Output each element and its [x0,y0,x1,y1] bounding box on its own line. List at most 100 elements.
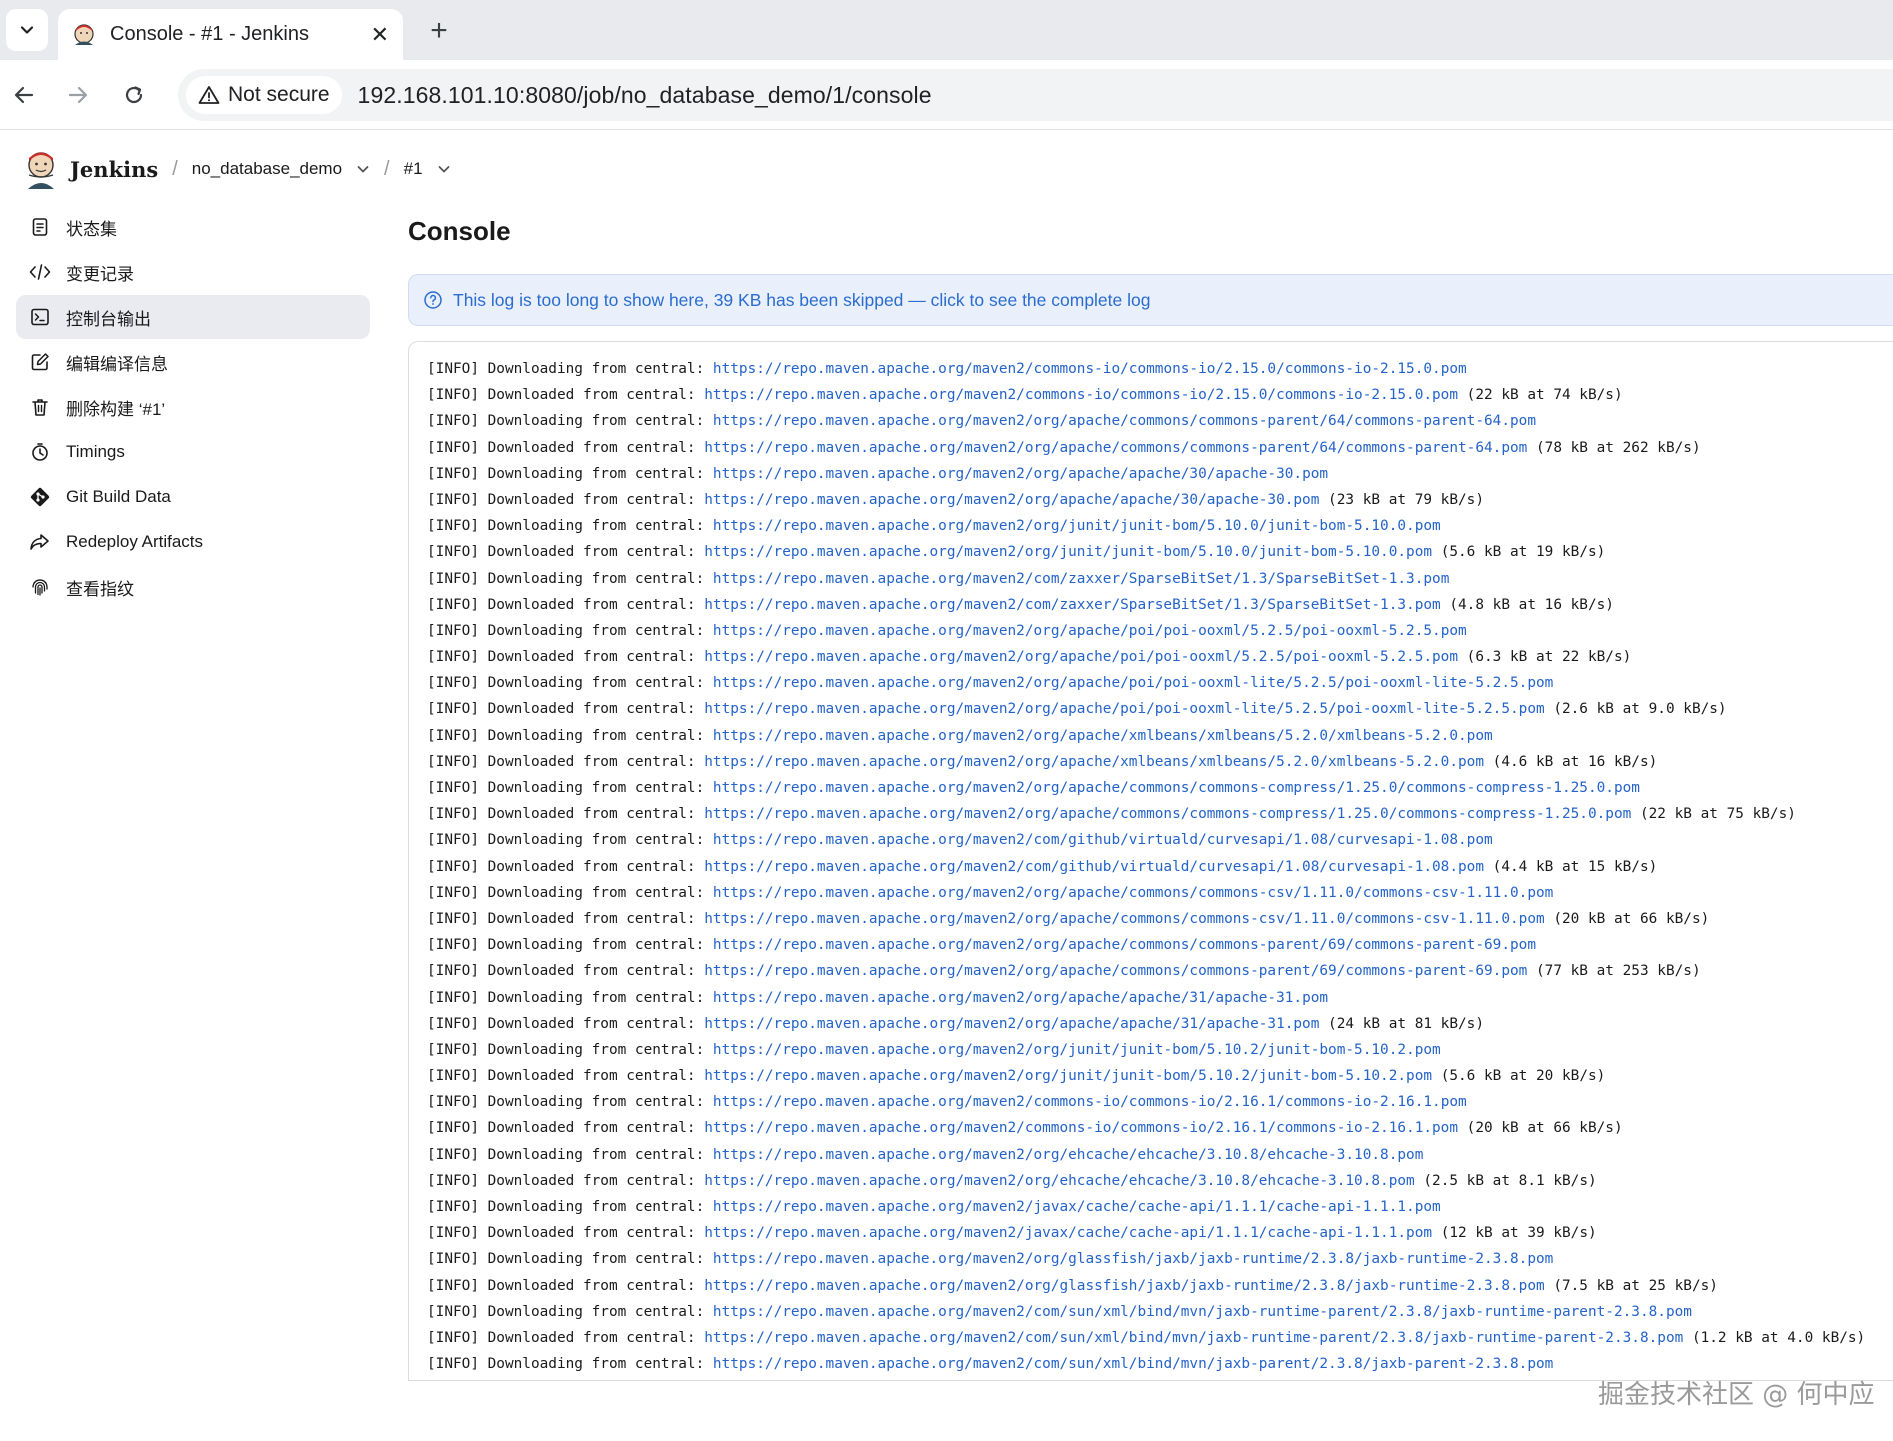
forward-button[interactable] [58,75,98,115]
address-bar[interactable]: Not secure 192.168.101.10:8080/job/no_da… [178,69,1893,121]
sidebar-item-delete-build[interactable]: 删除构建 ‘#1’ [16,385,370,429]
browser-tab-strip: Console - #1 - Jenkins ✕ + [0,0,1893,60]
console-line-link[interactable]: https://repo.maven.apache.org/maven2/org… [704,1016,1319,1032]
console-line-link[interactable]: https://repo.maven.apache.org/maven2/org… [713,1042,1441,1058]
sidebar-item-git-build-data[interactable]: Git Build Data [16,475,370,519]
console-line-link[interactable]: https://repo.maven.apache.org/maven2/org… [713,466,1328,482]
console-line-link[interactable]: https://repo.maven.apache.org/maven2/org… [704,440,1527,456]
console-line-prefix: [INFO] Downloaded from central: [427,1015,705,1032]
console-line: [INFO] Downloaded from central: https://… [427,539,1893,565]
console-line-link[interactable]: https://repo.maven.apache.org/maven2/com… [704,387,1458,403]
console-line-prefix: [INFO] Downloaded from central: [427,963,705,980]
fingerprint-icon [28,575,52,599]
jenkins-brand[interactable]: Jenkins [70,157,158,182]
console-line-prefix: [INFO] Downloaded from central: [427,544,705,561]
console-line-prefix: [INFO] Downloaded from central: [427,910,705,927]
console-line-link[interactable]: https://repo.maven.apache.org/maven2/org… [713,780,1640,796]
close-tab-icon[interactable]: ✕ [371,22,389,48]
console-line-prefix: [INFO] Downloading from central: [427,1094,713,1111]
console-line: [INFO] Downloaded from central: https://… [427,1115,1893,1141]
console-line-link[interactable]: https://repo.maven.apache.org/maven2/org… [713,675,1553,691]
console-line-link[interactable]: https://repo.maven.apache.org/maven2/com… [704,597,1440,613]
console-line-stats: (1.2 kB at 4.0 kB/s) [1683,1329,1866,1346]
console-line-link[interactable]: https://repo.maven.apache.org/maven2/org… [704,701,1544,717]
console-line-link[interactable]: https://repo.maven.apache.org/maven2/com… [704,1330,1683,1346]
breadcrumb-job-menu[interactable] [356,162,370,176]
console-line-prefix: [INFO] Downloaded from central: [427,491,705,508]
console-line: [INFO] Downloading from central: https:/… [427,985,1893,1011]
browser-tab-active[interactable]: Console - #1 - Jenkins ✕ [58,9,403,60]
help-circle-icon [424,291,442,309]
console-line-prefix: [INFO] Downloading from central: [427,361,713,377]
console-line: [INFO] Downloading from central: https:/… [427,356,1893,382]
full-log-link[interactable]: This log is too long to show here, 39 KB… [453,290,1150,311]
jenkins-logo-icon[interactable] [24,149,58,189]
console-line-link[interactable]: https://repo.maven.apache.org/maven2/jav… [704,1225,1432,1241]
console-line-stats: (77 kB at 253 kB/s) [1527,963,1701,980]
sidebar-item-fingerprints[interactable]: 查看指纹 [16,565,370,609]
breadcrumb-job[interactable]: no_database_demo [192,159,342,179]
console-line: [INFO] Downloading from central: https:/… [427,461,1893,487]
console-line-link[interactable]: https://repo.maven.apache.org/maven2/com… [713,571,1449,587]
security-indicator[interactable]: Not secure [186,76,342,114]
console-line-link[interactable]: https://repo.maven.apache.org/maven2/org… [704,649,1458,665]
console-line-prefix: [INFO] Downloading from central: [427,727,713,744]
reload-button[interactable] [114,75,154,115]
console-line-link[interactable]: https://repo.maven.apache.org/maven2/org… [704,492,1319,508]
console-line-link[interactable]: https://repo.maven.apache.org/maven2/org… [704,1278,1544,1294]
sidebar-item-label: 查看指纹 [66,579,134,599]
console-line: [INFO] Downloaded from central: https://… [427,1273,1893,1299]
console-line-stats: (2.6 kB at 9.0 kB/s) [1544,701,1727,718]
console-line-link[interactable]: https://repo.maven.apache.org/maven2/org… [713,1251,1553,1267]
console-line-link[interactable]: https://repo.maven.apache.org/maven2/com… [713,1094,1467,1110]
console-line-link[interactable]: https://repo.maven.apache.org/maven2/org… [713,1147,1423,1163]
console-line: [INFO] Downloading from central: https:/… [427,1299,1893,1325]
console-line-prefix: [INFO] Downloaded from central: [427,1329,705,1346]
breadcrumb-build[interactable]: #1 [404,159,423,179]
console-line: [INFO] Downloading from central: https:/… [427,618,1893,644]
console-line-link[interactable]: https://repo.maven.apache.org/maven2/org… [704,1068,1432,1084]
tab-search-button[interactable] [6,9,48,51]
sidebar-item-changes[interactable]: 变更记录 [16,250,370,294]
console-line-link[interactable]: https://repo.maven.apache.org/maven2/org… [704,544,1432,560]
sidebar-item-status[interactable]: 状态集 [16,205,370,249]
console-line-link[interactable]: https://repo.maven.apache.org/maven2/com… [713,1356,1553,1372]
sidebar-item-console[interactable]: 控制台输出 [16,295,370,339]
url-text[interactable]: 192.168.101.10:8080/job/no_database_demo… [358,82,932,109]
back-button[interactable] [4,75,44,115]
console-line-prefix: [INFO] Downloaded from central: [427,806,705,823]
log-truncated-notice[interactable]: This log is too long to show here, 39 KB… [408,274,1893,326]
console-line-prefix: [INFO] Downloading from central: [427,622,713,639]
console-line-link[interactable]: https://repo.maven.apache.org/maven2/org… [713,413,1536,429]
console-line: [INFO] Downloaded from central: https://… [427,382,1893,408]
sidebar-item-label: 编辑编译信息 [66,354,168,374]
console-line-link[interactable]: https://repo.maven.apache.org/maven2/jav… [713,1199,1441,1215]
console-line-link[interactable]: https://repo.maven.apache.org/maven2/org… [704,963,1527,979]
console-line-prefix: [INFO] Downloaded from central: [427,596,705,613]
console-line-link[interactable]: https://repo.maven.apache.org/maven2/com… [704,1120,1458,1136]
console-line-link[interactable]: https://repo.maven.apache.org/maven2/org… [713,623,1467,639]
console-line-link[interactable]: https://repo.maven.apache.org/maven2/org… [713,990,1328,1006]
console-line-link[interactable]: https://repo.maven.apache.org/maven2/com… [713,1304,1692,1320]
new-tab-button[interactable]: + [420,12,458,50]
console-line-link[interactable]: https://repo.maven.apache.org/maven2/org… [704,754,1484,770]
console-line-link[interactable]: https://repo.maven.apache.org/maven2/com… [704,859,1484,875]
breadcrumb-build-menu[interactable] [437,162,451,176]
sidebar-item-timings[interactable]: Timings [16,430,370,474]
console-line-link[interactable]: https://repo.maven.apache.org/maven2/org… [713,937,1536,953]
console-line-link[interactable]: https://repo.maven.apache.org/maven2/org… [713,728,1493,744]
console-line-link[interactable]: https://repo.maven.apache.org/maven2/com… [713,832,1493,848]
console-line-prefix: [INFO] Downloading from central: [427,832,713,849]
console-line: [INFO] Downloaded from central: https://… [427,592,1893,618]
console-line-prefix: [INFO] Downloading from central: [427,1356,713,1373]
console-line-link[interactable]: https://repo.maven.apache.org/maven2/org… [704,911,1544,927]
console-line-link[interactable]: https://repo.maven.apache.org/maven2/org… [713,885,1553,901]
console-line: [INFO] Downloading from central: https:/… [427,670,1893,696]
console-line-link[interactable]: https://repo.maven.apache.org/maven2/com… [713,361,1467,377]
console-line-link[interactable]: https://repo.maven.apache.org/maven2/org… [704,806,1631,822]
sidebar-item-edit-build-info[interactable]: 编辑编译信息 [16,340,370,384]
console-line-link[interactable]: https://repo.maven.apache.org/maven2/org… [704,1173,1414,1189]
sidebar-item-redeploy-artifacts[interactable]: Redeploy Artifacts [16,520,370,564]
console-line-prefix: [INFO] Downloaded from central: [427,701,705,718]
console-line-link[interactable]: https://repo.maven.apache.org/maven2/org… [713,518,1441,534]
